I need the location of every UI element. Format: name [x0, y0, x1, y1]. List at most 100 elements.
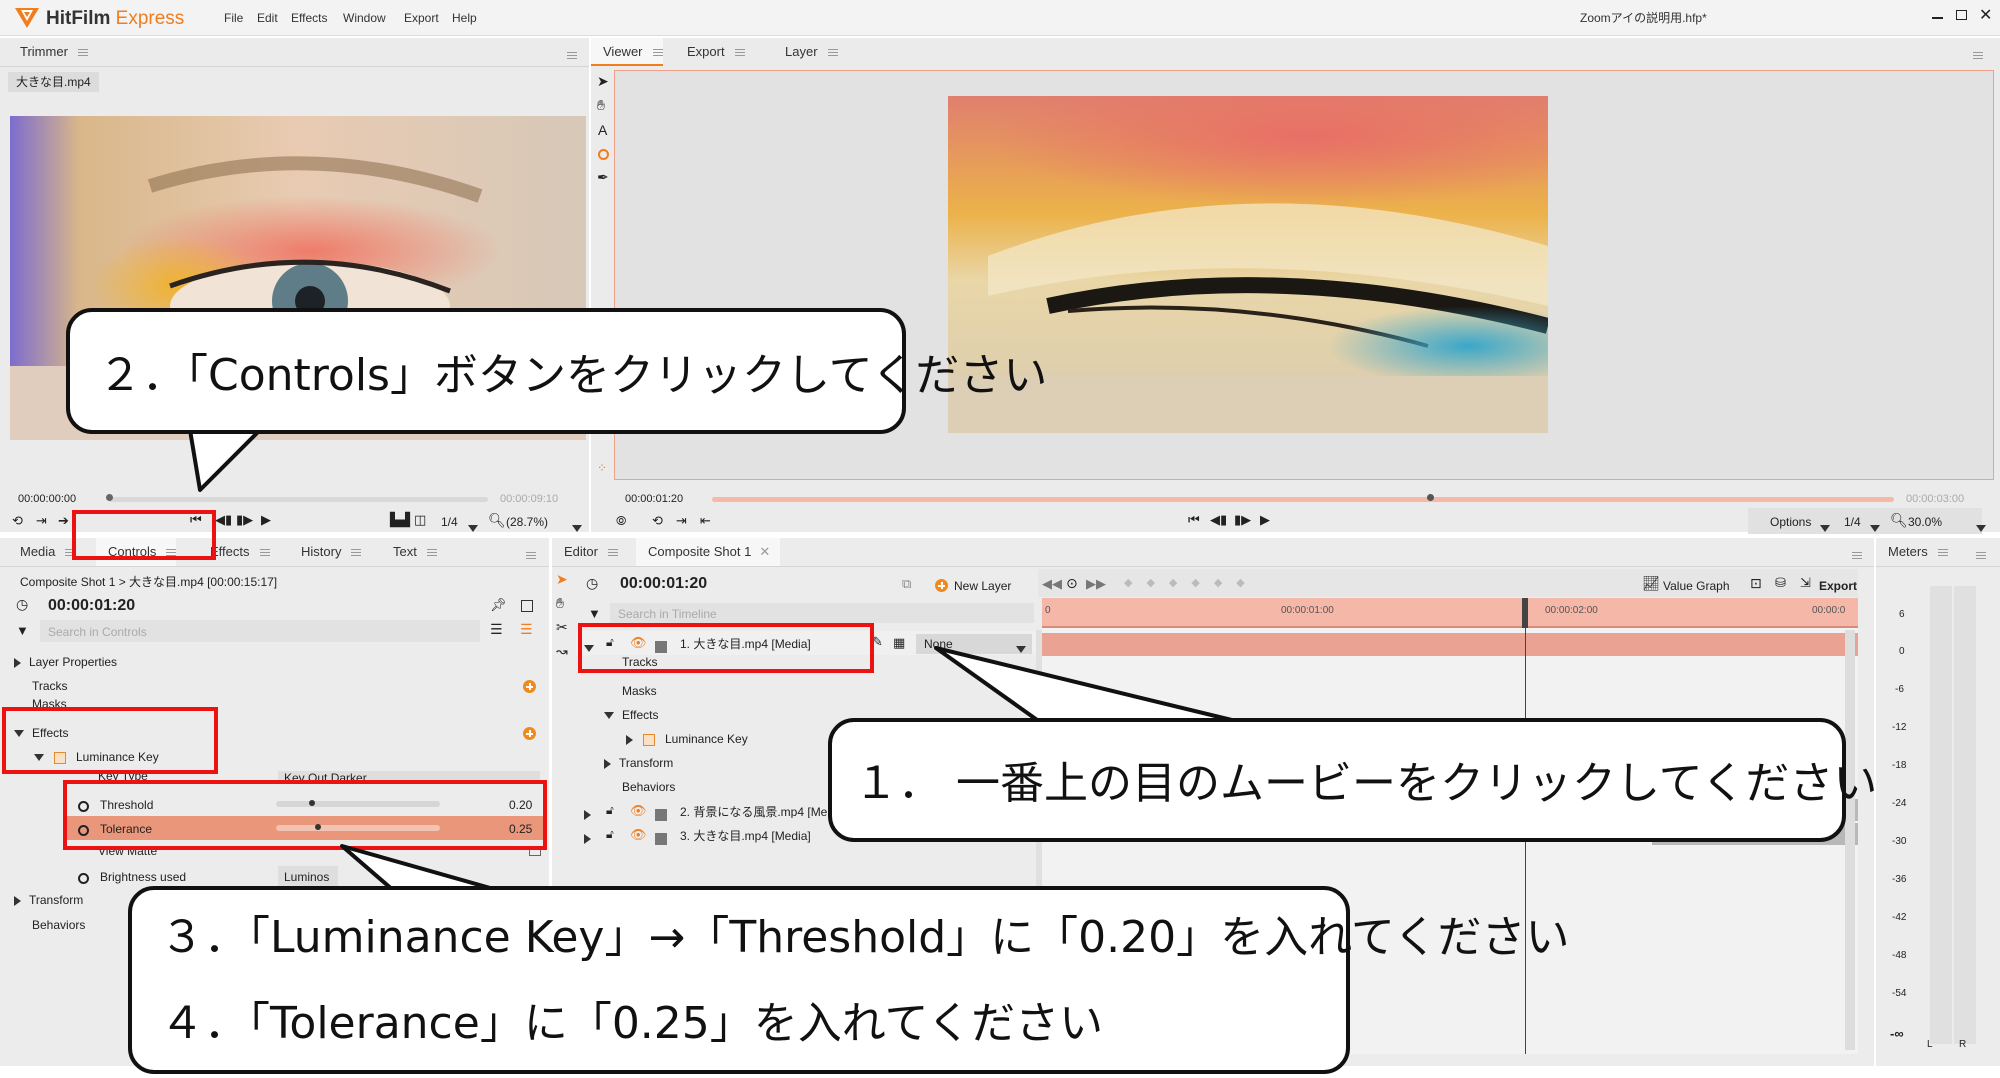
select-tool-icon[interactable]: ➤ — [556, 572, 568, 586]
trimmer-scrubber[interactable] — [108, 497, 488, 502]
brightness-select[interactable]: Luminos — [278, 866, 338, 886]
trimmer-zoom-select[interactable]: (28.7%) — [506, 516, 548, 528]
add-keyframe-icon[interactable]: ⊙ — [1066, 576, 1078, 590]
chevron-down-icon[interactable] — [1870, 520, 1880, 535]
trimmer-file-tab[interactable]: 大きな目.mp4 — [8, 72, 99, 92]
collapse-icon[interactable] — [604, 712, 614, 720]
split-view-icon[interactable] — [521, 600, 533, 612]
close-tab-icon[interactable]: ✕ — [759, 544, 770, 559]
tab-menu-icon[interactable] — [607, 549, 618, 557]
tab-layer[interactable]: Layer — [773, 38, 838, 66]
layer-luminance-key-row[interactable]: Luminance Key — [626, 728, 748, 750]
expand-icon[interactable] — [604, 758, 611, 769]
expand-icon[interactable] — [14, 657, 21, 668]
overlay-icon[interactable]: ➔ — [58, 514, 69, 527]
tab-composite-shot[interactable]: Composite Shot 1 ✕ — [636, 538, 781, 566]
expand-icon[interactable] — [14, 895, 21, 906]
play-icon[interactable]: ▶ — [1260, 513, 1270, 526]
tab-menu-icon[interactable] — [351, 549, 362, 557]
layer-effects-row[interactable]: Effects — [604, 704, 658, 726]
tab-menu-icon[interactable] — [652, 49, 663, 57]
timeline-playhead-marker[interactable] — [1522, 598, 1528, 628]
import-frame-icon[interactable]: ⇤ — [700, 514, 711, 527]
safe-area-icon[interactable]: ⦾ — [616, 514, 626, 527]
panel-menu-icon[interactable] — [1973, 52, 1983, 59]
value-graph-icon[interactable]: 📈︎ — [1642, 576, 1660, 590]
row-behaviors[interactable]: Behaviors — [32, 914, 85, 936]
viewer-quality-select[interactable]: 1/4 — [1844, 516, 1861, 528]
timeline-scrollbar[interactable] — [1845, 630, 1855, 1050]
pen-tool-icon[interactable]: ✒︎ — [597, 170, 609, 184]
effect-checkbox-icon[interactable] — [643, 733, 655, 746]
chevron-down-icon[interactable] — [1976, 520, 1986, 535]
layer-behaviors-row[interactable]: Behaviors — [622, 776, 675, 798]
zoom-fit-icon[interactable]: ⊡ — [1750, 576, 1762, 590]
viewer-scrubber[interactable] — [712, 497, 1894, 502]
layer-masks-row[interactable]: Masks — [622, 680, 657, 702]
prev-keyframe-icon[interactable]: ◀◀ — [1042, 577, 1062, 590]
new-layer-icon[interactable] — [935, 579, 948, 592]
step-back-icon[interactable]: ◀▮ — [1210, 513, 1227, 526]
zoom-icon[interactable]: 🔍︎ — [488, 513, 506, 527]
timeline-ruler[interactable] — [1042, 598, 1858, 626]
tab-trimmer[interactable]: Trimmer — [8, 38, 88, 66]
select-tool-icon[interactable]: ➤ — [597, 74, 609, 88]
tab-media[interactable]: Media — [8, 538, 76, 566]
new-layer-button[interactable]: New Layer — [954, 580, 1011, 592]
tab-meters[interactable]: Meters — [1876, 538, 1948, 566]
minimize-icon[interactable] — [1932, 17, 1943, 19]
audio-meter-icon[interactable]: ▙▟ — [390, 513, 410, 526]
panel-menu-icon[interactable] — [567, 52, 577, 59]
tab-viewer[interactable]: Viewer — [591, 38, 663, 66]
menu-effects[interactable]: Effects — [291, 12, 327, 24]
menu-help[interactable]: Help — [452, 12, 477, 24]
chevron-down-icon[interactable] — [1820, 520, 1830, 535]
step-back-icon[interactable]: ◀▮ — [215, 513, 232, 526]
export-button[interactable]: Export — [1819, 580, 1857, 592]
viewer-zoom-select[interactable]: 30.0% — [1908, 516, 1942, 528]
tab-menu-icon[interactable] — [77, 49, 88, 57]
menu-export[interactable]: Export — [404, 12, 439, 24]
layer2-name[interactable]: 2. 背景になる風景.mp4 [Me — [680, 806, 830, 818]
insert-icon[interactable]: ⇥ — [36, 514, 47, 527]
pin-icon[interactable]: 📌︎ — [490, 598, 507, 611]
options-dropdown[interactable]: Options — [1770, 516, 1811, 528]
layer-transform-row[interactable]: Transform — [604, 752, 673, 774]
export-frame-icon[interactable]: ⇥ — [676, 514, 687, 527]
close-icon[interactable]: ✕ — [1979, 8, 1992, 24]
row-layer-properties[interactable]: Layer Properties — [14, 651, 117, 673]
menu-file[interactable]: File — [224, 12, 243, 24]
chevron-down-icon[interactable] — [572, 520, 582, 535]
row-transform[interactable]: Transform — [14, 889, 83, 911]
editor-timecode[interactable]: 00:00:01:20 — [620, 576, 707, 592]
panel-menu-icon[interactable] — [526, 552, 536, 559]
zoom-icon[interactable]: 🔍︎ — [1890, 513, 1908, 527]
step-forward-icon[interactable]: ▮▶ — [1234, 513, 1251, 526]
skip-start-icon[interactable]: ⏮ — [1188, 513, 1200, 526]
tab-menu-icon[interactable] — [259, 549, 270, 557]
visibility-icon[interactable]: 👁︎ — [630, 804, 647, 817]
keyframe-icon[interactable] — [78, 870, 89, 885]
tab-menu-icon[interactable] — [426, 549, 437, 557]
text-tool-icon[interactable]: A — [598, 123, 607, 137]
loop-icon[interactable]: ⟲ — [652, 514, 663, 527]
viewer-playhead[interactable] — [1427, 494, 1434, 501]
hand-tool-icon[interactable]: ✋︎ — [597, 98, 605, 112]
export-icon[interactable]: ⇲ — [1800, 576, 1811, 589]
add-track-icon[interactable] — [523, 680, 536, 693]
controls-timecode[interactable]: 00:00:01:20 — [48, 598, 135, 614]
step-forward-icon[interactable]: ▮▶ — [236, 513, 253, 526]
expand-icon[interactable] — [626, 734, 633, 745]
visibility-icon[interactable]: 👁︎ — [630, 828, 647, 841]
menu-edit[interactable]: Edit — [257, 12, 278, 24]
tab-menu-icon[interactable] — [734, 49, 745, 57]
lock-icon[interactable]: 🔓︎ — [606, 804, 614, 816]
keyframe-nav-icons[interactable]: ◆◆◆◆◆◆ — [1124, 578, 1259, 589]
slip-tool-icon[interactable]: ↝ — [556, 644, 568, 658]
tab-menu-icon[interactable] — [1937, 549, 1948, 557]
composite-icon[interactable]: ⧉ — [902, 577, 911, 590]
trimmer-quality-select[interactable]: 1/4 — [441, 516, 458, 528]
tab-history[interactable]: History — [289, 538, 362, 566]
add-effect-icon[interactable] — [523, 727, 536, 740]
layer3-name[interactable]: 3. 大きな目.mp4 [Media] — [680, 830, 811, 842]
